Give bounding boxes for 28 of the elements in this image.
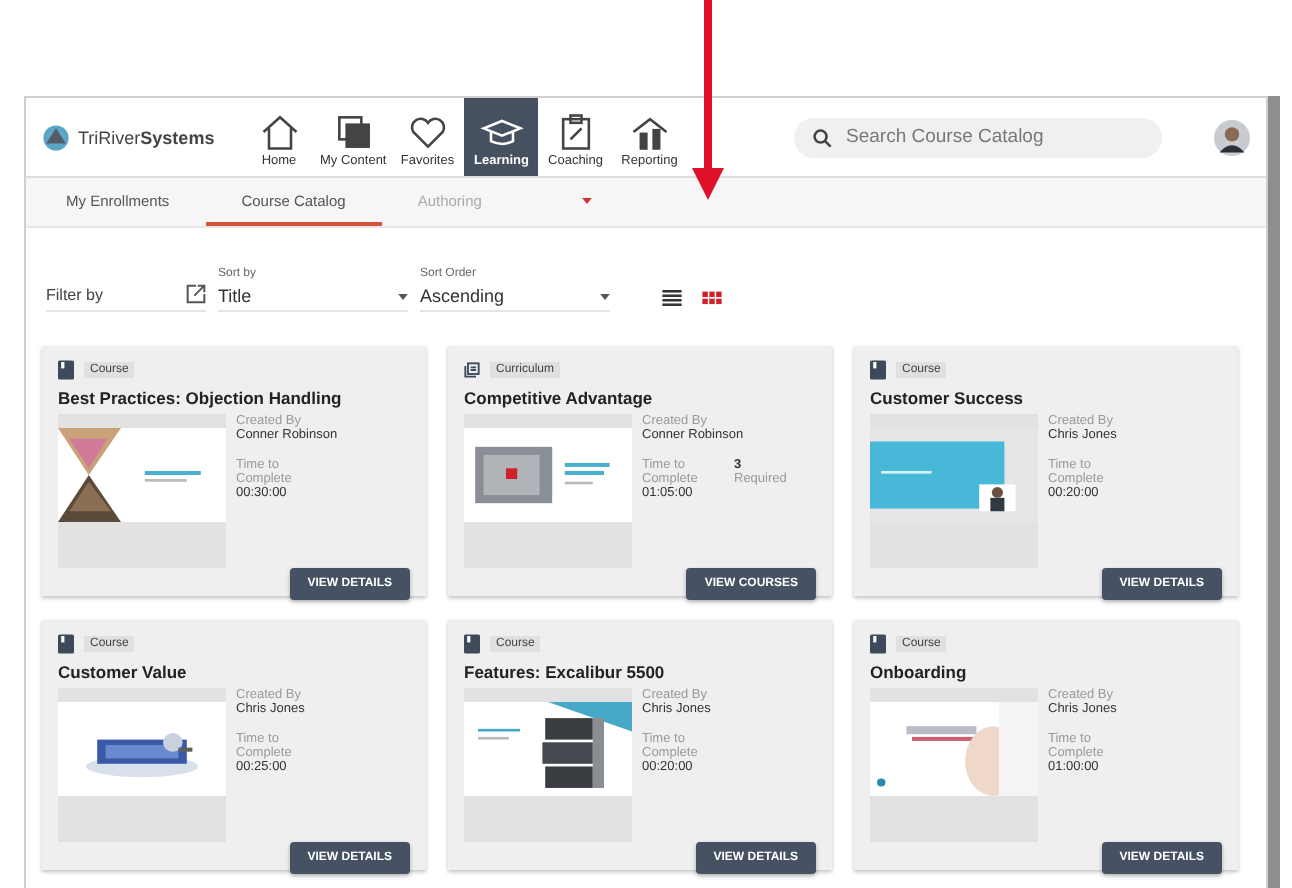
logo-icon: [42, 123, 70, 151]
search-field[interactable]: Search Course Catalog: [794, 117, 1162, 157]
sort-by-select[interactable]: Title: [218, 282, 408, 312]
card-title: Customer Value: [58, 662, 189, 682]
sort-order-select[interactable]: Ascending: [420, 282, 610, 312]
heart-icon: [405, 112, 450, 152]
card-title: Onboarding: [870, 662, 969, 682]
book-icon: [464, 634, 480, 654]
caret-icon: [600, 293, 610, 299]
bar-chart-icon: [627, 112, 672, 152]
card-title: Features: Excalibur 5500: [464, 662, 667, 682]
book-icon: [870, 360, 886, 380]
book-icon: [58, 634, 74, 654]
search-icon: [812, 127, 832, 147]
home-icon: [257, 112, 301, 152]
list-view-icon[interactable]: [662, 290, 682, 306]
filter-field[interactable]: Filter by: [46, 278, 206, 312]
caret-icon: [398, 293, 408, 299]
document-stack-icon: [464, 360, 480, 380]
grid-view-icon[interactable]: [702, 290, 722, 306]
external-link-icon: [186, 284, 206, 304]
card-title: Best Practices: Objection Handling: [58, 388, 344, 408]
logo-text: TriRiverSystems: [78, 127, 215, 147]
book-icon: [870, 634, 886, 654]
book-icon: [58, 360, 74, 380]
avatar[interactable]: [1214, 119, 1250, 155]
card-title: Competitive Advantage: [464, 388, 655, 408]
card-title: Customer Success: [870, 388, 1026, 408]
